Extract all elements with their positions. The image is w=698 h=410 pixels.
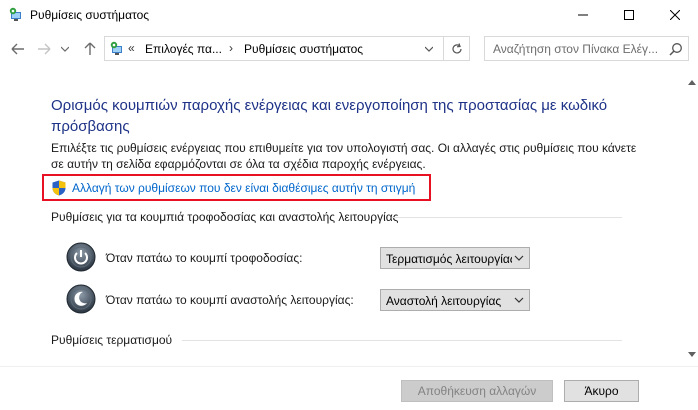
- maximize-icon: [624, 10, 634, 20]
- minimize-button[interactable]: [560, 0, 606, 30]
- footer-bar: Αποθήκευση αλλαγών Άκυρο: [0, 366, 698, 410]
- arrow-left-icon: [11, 43, 24, 55]
- close-button[interactable]: [652, 0, 698, 30]
- section-divider: [392, 217, 622, 218]
- page-description: Επιλέξτε τις ρυθμίσεις ενέργειας που επι…: [51, 141, 637, 171]
- save-changes-button[interactable]: Αποθήκευση αλλαγών: [401, 380, 553, 402]
- chevron-down-icon: [425, 46, 433, 52]
- forward-button[interactable]: [34, 39, 54, 59]
- sleep-button-label: Όταν πατάω το κουμπί αναστολής λειτουργί…: [106, 293, 354, 307]
- sleep-button-action-select[interactable]: Αναστολή λειτουργίας: [380, 289, 530, 311]
- arrow-up-icon: [84, 42, 96, 55]
- sleep-button-action-value[interactable]: Αναστολή λειτουργίας: [386, 294, 512, 308]
- back-button[interactable]: [8, 39, 28, 59]
- recent-locations-button[interactable]: [58, 39, 72, 59]
- up-button[interactable]: [80, 39, 100, 59]
- section-heading-shutdown: Ρυθμίσεις τερματισμού: [51, 333, 173, 347]
- section-heading-power-sleep: Ρυθμίσεις για τα κουμπιά τροφοδοσίας και…: [51, 210, 399, 224]
- chevron-down-icon: [61, 46, 69, 52]
- change-settings-link-text[interactable]: Αλλαγή των ρυθμίσεων που δεν είναι διαθέ…: [72, 181, 415, 195]
- arrow-right-icon: [38, 43, 51, 55]
- system-settings-icon: [9, 7, 21, 21]
- minimize-icon: [578, 14, 588, 16]
- power-button-icon: [66, 242, 96, 272]
- breadcrumb-system-settings[interactable]: Ρυθμίσεις συστήματος: [244, 42, 363, 56]
- chevron-down-icon: [514, 297, 524, 303]
- navigation-bar: « Επιλογές πα... › Ρυθμίσεις συστήματος …: [0, 30, 698, 68]
- content-pane: Ορισμός κουμπιών παροχής ενέργειας και ε…: [0, 70, 686, 366]
- breadcrumb-power-options[interactable]: Επιλογές πα...: [145, 42, 222, 56]
- change-unavailable-settings-link[interactable]: Αλλαγή των ρυθμίσεων που δεν είναι διαθέ…: [42, 174, 431, 201]
- refresh-icon: [451, 42, 462, 53]
- power-button-label: Όταν πατάω το κουμπί τροφοδοσίας:: [106, 251, 303, 265]
- hidden-crumbs-chevron[interactable]: «: [128, 41, 135, 55]
- search-icon[interactable]: [669, 42, 683, 56]
- uac-shield-icon: [52, 180, 66, 196]
- section-divider: [182, 340, 622, 341]
- maximize-button[interactable]: [606, 0, 652, 30]
- cancel-button[interactable]: Άκυρο: [564, 380, 639, 402]
- title-bar: Ρυθμίσεις συστήματος: [0, 0, 698, 30]
- search-box[interactable]: Αναζήτηση στον Πίνακα Ελέγ...: [484, 36, 689, 61]
- power-button-action-select[interactable]: Τερματισμός λειτουργίας: [380, 247, 530, 269]
- chevron-down-icon: [514, 255, 524, 261]
- scroll-down-button[interactable]: [686, 348, 698, 360]
- address-bar[interactable]: « Επιλογές πα... › Ρυθμίσεις συστήματος: [104, 36, 470, 61]
- breadcrumb-separator[interactable]: ›: [229, 41, 233, 55]
- control-panel-icon: [110, 41, 122, 55]
- power-button-action-value[interactable]: Τερματισμός λειτουργίας: [386, 252, 512, 266]
- search-placeholder[interactable]: Αναζήτηση στον Πίνακα Ελέγ...: [493, 42, 658, 56]
- page-title: Ορισμός κουμπιών παροχής ενέργειας και ε…: [51, 97, 608, 135]
- sleep-button-icon: [66, 284, 96, 314]
- address-history-button[interactable]: [417, 37, 441, 60]
- caret-down-icon: [688, 351, 696, 357]
- refresh-button[interactable]: [443, 37, 469, 60]
- close-icon: [670, 10, 680, 20]
- window-title: Ρυθμίσεις συστήματος: [30, 8, 150, 22]
- vertical-scrollbar[interactable]: [686, 70, 698, 366]
- scroll-up-button[interactable]: [686, 76, 698, 88]
- caret-up-icon: [688, 79, 696, 85]
